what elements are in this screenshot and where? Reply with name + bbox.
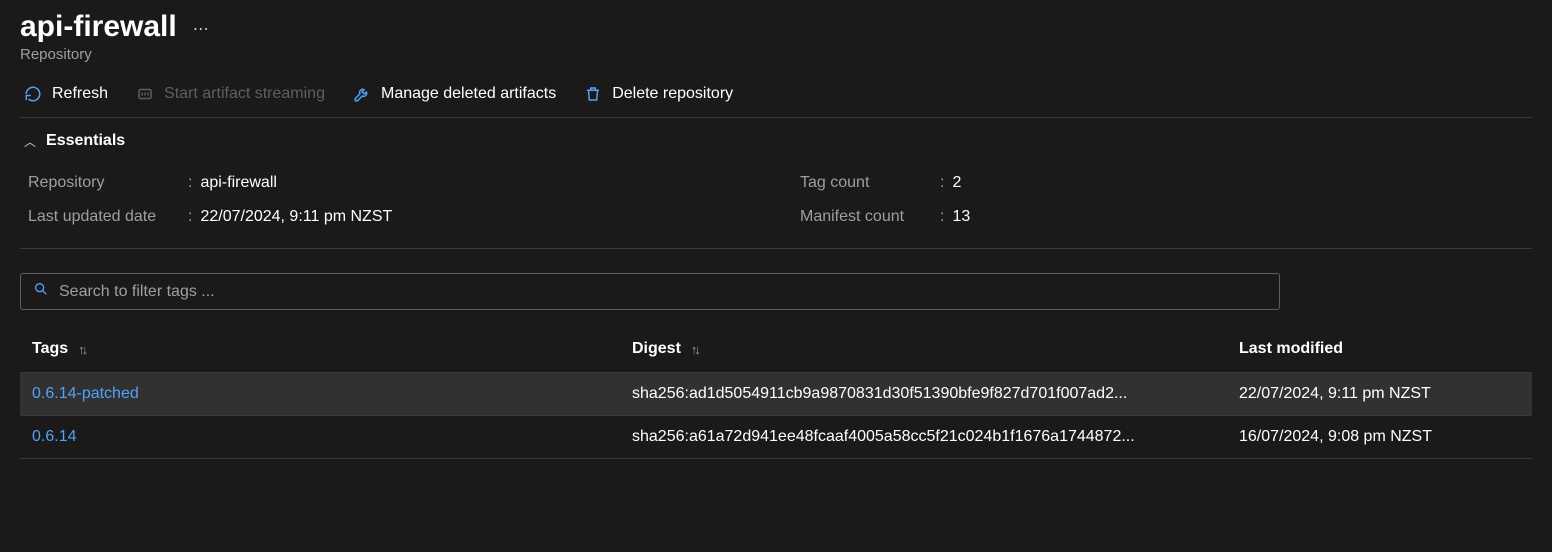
tag-count-value: 2 [952,174,961,192]
sort-icon: ↑↓ [78,342,85,357]
wrench-icon [353,85,371,103]
manifest-count-value: 13 [952,208,970,226]
last-updated-label: Last updated date [28,208,188,226]
trash-icon [584,85,602,103]
delete-repo-label: Delete repository [612,85,733,103]
refresh-button[interactable]: Refresh [24,85,108,103]
column-tags[interactable]: Tags ↑↓ [32,340,632,358]
streaming-icon [136,85,154,103]
tags-table: Tags ↑↓ Digest ↑↓ Last modified 0.6.14-p… [20,326,1532,459]
manifest-count-label: Manifest count [800,208,940,226]
search-box[interactable] [20,273,1280,310]
page-header: api-firewall ⋯ Repository [20,0,1532,71]
search-icon [33,281,49,302]
more-icon[interactable]: ⋯ [193,19,210,39]
chevron-up-icon: ︿ [24,133,36,150]
repository-value: api-firewall [200,174,276,192]
last-modified-value: 16/07/2024, 9:08 pm NZST [1239,428,1520,446]
delete-repo-button[interactable]: Delete repository [584,85,733,103]
refresh-icon [24,85,42,103]
sort-icon: ↑↓ [691,342,698,357]
search-input[interactable] [59,283,1267,301]
repository-label: Repository [28,174,188,192]
page-subtitle: Repository [20,46,1532,63]
manage-deleted-button[interactable]: Manage deleted artifacts [353,85,556,103]
table-row[interactable]: 0.6.14-patched sha256:ad1d5054911cb9a987… [20,373,1532,416]
table-header: Tags ↑↓ Digest ↑↓ Last modified [20,326,1532,373]
tag-link[interactable]: 0.6.14 [32,428,632,446]
essentials-section: Repository : api-firewall Tag count : 2 … [20,160,1532,249]
page-title: api-firewall [20,10,177,44]
digest-value: sha256:a61a72d941ee48fcaaf4005a58cc5f21c… [632,428,1239,446]
manage-deleted-label: Manage deleted artifacts [381,85,556,103]
essentials-toggle[interactable]: ︿ Essentials [20,118,1532,160]
start-streaming-label: Start artifact streaming [164,85,325,103]
toolbar: Refresh Start artifact streaming Manage … [20,71,1532,118]
table-row[interactable]: 0.6.14 sha256:a61a72d941ee48fcaaf4005a58… [20,416,1532,459]
essentials-heading: Essentials [46,132,125,150]
tag-count-label: Tag count [800,174,940,192]
column-digest[interactable]: Digest ↑↓ [632,340,1239,358]
start-streaming-button: Start artifact streaming [136,85,325,103]
column-last-modified[interactable]: Last modified [1239,340,1520,358]
last-modified-value: 22/07/2024, 9:11 pm NZST [1239,385,1520,403]
digest-value: sha256:ad1d5054911cb9a9870831d30f51390bf… [632,385,1239,403]
tag-link[interactable]: 0.6.14-patched [32,385,632,403]
last-updated-value: 22/07/2024, 9:11 pm NZST [200,208,392,226]
refresh-label: Refresh [52,85,108,103]
